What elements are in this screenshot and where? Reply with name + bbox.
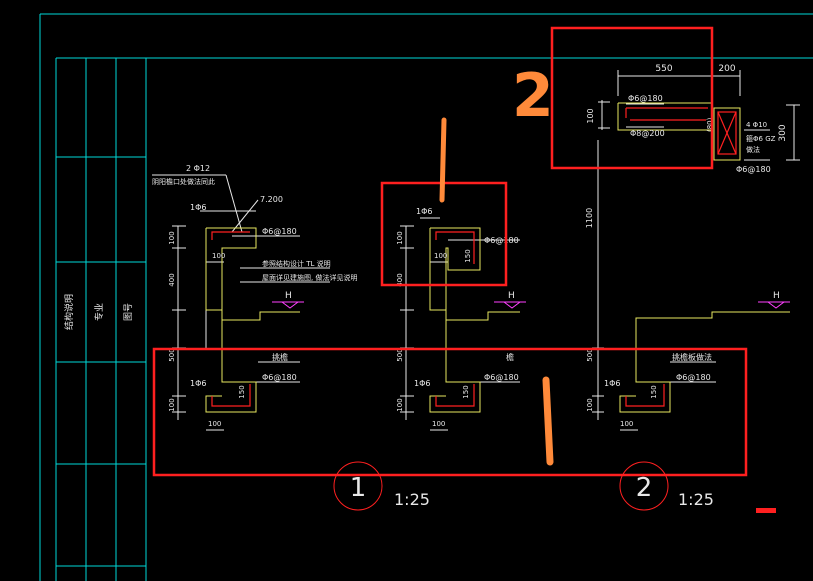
top-rebar-bottom: Φ6@180 <box>736 165 771 174</box>
top-dim-200: 200 <box>718 64 735 74</box>
mid-rebar: Φ6@180 <box>484 236 519 245</box>
left-dim-500: 500 <box>168 348 176 361</box>
left-note-side: 7.200 <box>260 195 283 204</box>
left-dim-100: 100 <box>168 231 176 244</box>
mid-dim-150: 150 <box>464 249 472 262</box>
top-dim-550: 550 <box>655 64 672 74</box>
left-lower-bar: 1Φ6 <box>190 379 206 388</box>
left-dim-100b: 100 <box>212 252 225 260</box>
right-lower-label: 挑檐板做法 <box>672 352 712 362</box>
left-lower-150: 150 <box>238 385 246 398</box>
left-lower-100b: 100 <box>208 420 221 428</box>
mid-lower-100: 100 <box>396 398 404 411</box>
left-note-top-2: 阴阳檐口处做法同此 <box>152 177 215 186</box>
top-rebar-phi6: Φ6@180 <box>628 94 663 103</box>
cad-drawing: 结构说明 专业 图号 550 200 300 100 1100 Φ6@180 Φ… <box>39 13 813 581</box>
mid-lower-bar: 1Φ6 <box>414 379 430 388</box>
left-lower-100: 100 <box>168 398 176 411</box>
top-rebar-right-3: 做法 <box>746 145 760 154</box>
orange-handwritten-marks: 2 <box>439 61 554 466</box>
mid-dim-100b: 100 <box>434 252 447 260</box>
red-marker <box>756 508 776 513</box>
right-lower-100: 100 <box>586 398 594 411</box>
top-rebar-phi8: Φ8@200 <box>630 129 665 138</box>
title-cell-3: 图号 <box>123 303 134 321</box>
left-text-mid-1: 参照结构设计 TL 说明 <box>262 259 331 268</box>
title-block: 结构说明 专业 图号 <box>63 294 134 330</box>
mid-lower-150: 150 <box>462 385 470 398</box>
mid-lower-label: 檐 <box>506 352 514 362</box>
top-section-detail: 550 200 300 100 1100 Φ6@180 Φ8@200 (80) … <box>585 64 800 300</box>
mid-lower-100b: 100 <box>432 420 445 428</box>
right-dim-500: 500 <box>586 348 594 361</box>
right-lower-bar: 1Φ6 <box>604 379 620 388</box>
cad-drawing-canvas: 结构说明 专业 图号 550 200 300 100 1100 Φ6@180 Φ… <box>0 0 813 581</box>
mid-lower-rebar: Φ6@180 <box>484 373 519 382</box>
left-bar-label: 1Φ6 <box>190 203 206 212</box>
left-note-top: 2 Φ12 <box>186 164 210 173</box>
top-dim-100: 100 <box>586 108 595 123</box>
mid-dim-500: 500 <box>396 348 404 361</box>
section-circle-2: 2 <box>636 473 653 503</box>
top-rebar-right-2: 箍Φ6 GZ <box>746 134 776 143</box>
left-lower-rebar: Φ6@180 <box>262 373 297 382</box>
title-cell-1: 结构说明 <box>63 294 75 330</box>
scale-2: 1:25 <box>678 490 714 509</box>
title-cell-2: 专业 <box>93 303 105 321</box>
right-lower-rebar: Φ6@180 <box>676 373 711 382</box>
left-rebar: Φ6@180 <box>262 227 297 236</box>
right-H: H <box>773 291 780 301</box>
mid-H: H <box>508 291 515 301</box>
top-dim-1100: 1100 <box>585 208 594 228</box>
top-rebar-right-1: 4 Φ10 <box>746 121 767 129</box>
right-upper-detail: H <box>635 291 790 350</box>
left-dim-400: 400 <box>168 273 176 286</box>
callout-two-big: 2 <box>512 61 554 131</box>
scale-1: 1:25 <box>394 490 430 509</box>
right-lower-150: 150 <box>650 385 658 398</box>
left-H: H <box>285 291 292 301</box>
mid-dim-100: 100 <box>396 231 404 244</box>
top-dim-300: 300 <box>778 124 788 141</box>
mid-bar-label: 1Φ6 <box>416 207 432 216</box>
left-lower-label: 挑檐 <box>272 352 288 362</box>
section-circle-1: 1 <box>350 473 367 503</box>
section-circles: 1 1:25 2 1:25 <box>333 461 714 511</box>
left-text-mid-2: 屋面详见建施图, 做法详见说明 <box>262 273 357 282</box>
right-lower-100b: 100 <box>620 420 633 428</box>
